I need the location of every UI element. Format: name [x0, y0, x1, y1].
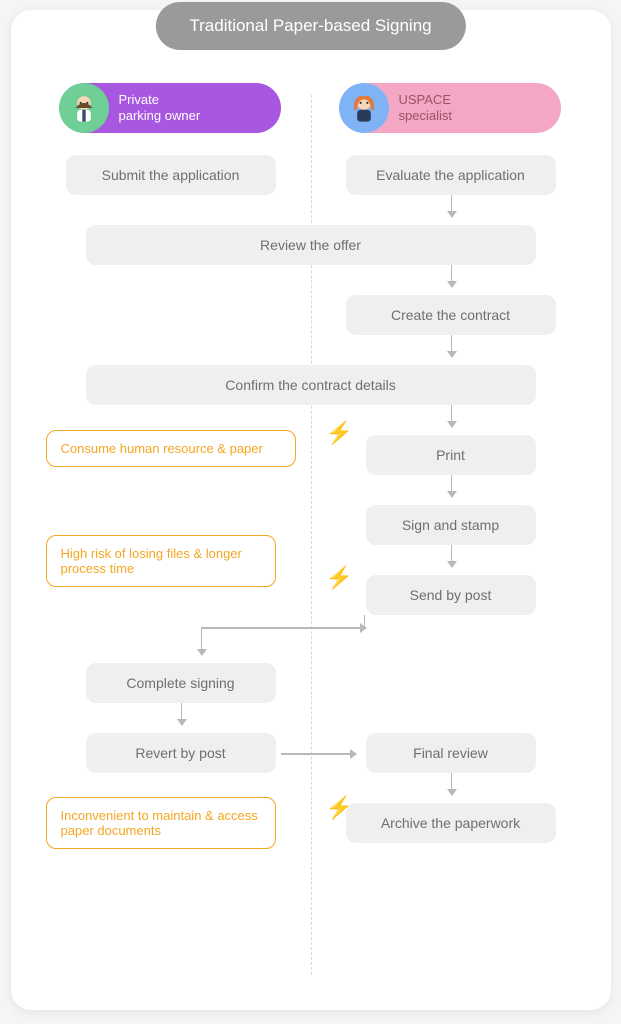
arrow-icon	[181, 703, 183, 725]
step-evaluate: Evaluate the application	[346, 155, 556, 195]
arrow-icon	[451, 265, 453, 287]
arrow-icon	[451, 195, 453, 217]
step-archive: Archive the paperwork	[346, 803, 556, 843]
role-specialist-label: USPACE specialist	[389, 86, 466, 131]
specialist-avatar-icon	[339, 83, 389, 133]
step-revert-post: Revert by post	[86, 733, 276, 773]
step-create-contract: Create the contract	[346, 295, 556, 335]
arrow-icon	[451, 773, 453, 795]
arrow-icon	[451, 545, 453, 567]
callout-resource: Consume human resource & paper	[46, 430, 296, 467]
callout-inconvenient: Inconvenient to maintain & access paper …	[46, 797, 276, 849]
owner-avatar-icon	[59, 83, 109, 133]
step-submit: Submit the application	[66, 155, 276, 195]
arrow-icon	[451, 405, 453, 427]
arrow-icon	[201, 627, 203, 655]
connector-icon	[201, 627, 366, 629]
step-confirm: Confirm the contract details	[86, 365, 536, 405]
connector-icon	[364, 615, 366, 627]
arrow-icon	[451, 335, 453, 357]
step-send-post: Send by post	[366, 575, 536, 615]
role-owner: Private parking owner	[61, 83, 281, 133]
flow-area: Submit the application Evaluate the appl…	[46, 155, 576, 975]
step-complete-signing: Complete signing	[86, 663, 276, 703]
diagram-card: Traditional Paper-based Signing Private …	[11, 10, 611, 1010]
arrow-icon	[451, 475, 453, 497]
role-owner-label: Private parking owner	[109, 86, 215, 131]
role-specialist: USPACE specialist	[341, 83, 561, 133]
bolt-icon: ⚡	[326, 565, 353, 591]
bolt-icon: ⚡	[326, 420, 353, 446]
arrow-icon	[281, 753, 356, 755]
step-sign-stamp: Sign and stamp	[366, 505, 536, 545]
step-final-review: Final review	[366, 733, 536, 773]
step-review-offer: Review the offer	[86, 225, 536, 265]
step-print: Print	[366, 435, 536, 475]
title: Traditional Paper-based Signing	[155, 2, 465, 50]
callout-risk: High risk of losing files & longer proce…	[46, 535, 276, 587]
